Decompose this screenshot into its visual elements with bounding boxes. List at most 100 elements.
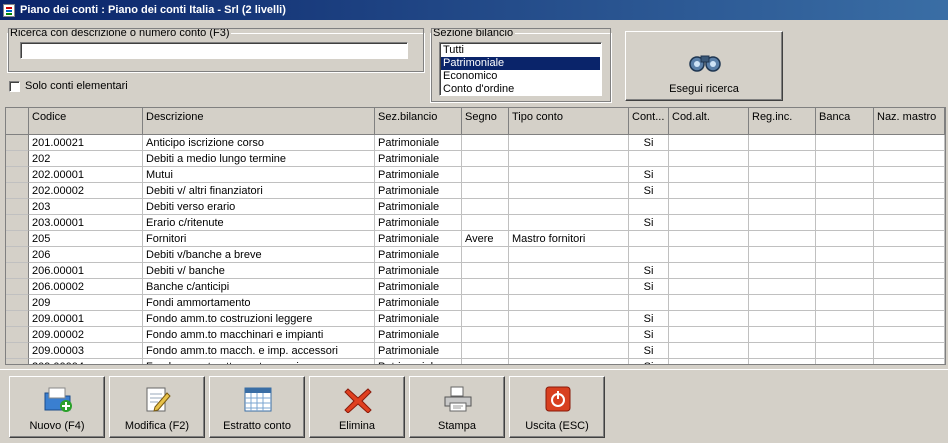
row-selector[interactable]: [6, 247, 29, 263]
table-cell: [874, 199, 945, 215]
row-selector[interactable]: [6, 151, 29, 167]
table-cell: [509, 135, 629, 151]
table-cell: Patrimoniale: [375, 343, 462, 359]
col-header-naz-mastro[interactable]: Naz. mastro: [874, 108, 945, 134]
row-selector[interactable]: [6, 327, 29, 343]
sezione-option-patrimoniale[interactable]: Patrimoniale: [441, 57, 600, 70]
delete-x-icon: [344, 388, 372, 413]
col-header-segno[interactable]: Segno: [462, 108, 509, 134]
table-row[interactable]: 203 Debiti verso erario Patrimoniale: [6, 199, 945, 215]
table-cell: [629, 199, 669, 215]
table-row[interactable]: 203.00001 Erario c/ritenute Patrimoniale Si: [6, 215, 945, 231]
col-header-codice[interactable]: Codice: [29, 108, 143, 134]
table-row[interactable]: 209.00004Fondo amm.to attrezzature varie…: [6, 359, 945, 364]
solo-conti-checkbox[interactable]: [9, 80, 20, 92]
table-cell: Fondo amm.to macchinari e impianti: [143, 327, 375, 343]
row-selector[interactable]: [6, 167, 29, 183]
table-row[interactable]: 202.00001 Mutui Patrimoniale Si: [6, 167, 945, 183]
table-cell: [874, 151, 945, 167]
row-selector[interactable]: [6, 343, 29, 359]
solo-conti-checkbox-row[interactable]: Solo conti elementari: [9, 80, 128, 92]
table-cell: Si: [629, 327, 669, 343]
table-cell: [874, 311, 945, 327]
table-row[interactable]: 209.00002 Fondo amm.to macchinari e impia…: [6, 327, 945, 343]
table-cell: [462, 263, 509, 279]
row-selector[interactable]: [6, 231, 29, 247]
row-selector[interactable]: [6, 135, 29, 151]
table-cell: [509, 199, 629, 215]
table-cell: Debiti v/banche a breve: [143, 247, 375, 263]
table-cell: Debiti verso erario: [143, 199, 375, 215]
col-header-descrizione[interactable]: Descrizione: [143, 108, 375, 134]
table-row[interactable]: 209.00001 Fondo amm.to costruzioni legger…: [6, 311, 945, 327]
table-cell: [874, 343, 945, 359]
table-cell: [462, 295, 509, 311]
elimina-button[interactable]: Elimina: [309, 376, 405, 438]
table-cell: [816, 167, 874, 183]
table-cell: [669, 359, 749, 364]
table-cell: Anticipo iscrizione corso: [143, 135, 375, 151]
table-cell: [816, 215, 874, 231]
table-cell: [509, 343, 629, 359]
table-cell: [669, 135, 749, 151]
estratto-conto-button[interactable]: Estratto conto: [209, 376, 305, 438]
uscita-button[interactable]: Uscita (ESC): [509, 376, 605, 438]
table-cell: 202.00001: [29, 167, 143, 183]
row-selector[interactable]: [6, 215, 29, 231]
table-row[interactable]: 201.00021 Anticipo iscrizione corso Patrim…: [6, 135, 945, 151]
table-cell: [509, 295, 629, 311]
table-cell: [749, 199, 816, 215]
table-row[interactable]: 202 Debiti a medio lungo termine Patrimoni…: [6, 151, 945, 167]
table-cell: Debiti v/ banche: [143, 263, 375, 279]
table-row[interactable]: 206.00001 Debiti v/ banche Patrimoniale Si: [6, 263, 945, 279]
row-selector[interactable]: [6, 311, 29, 327]
row-selector[interactable]: [6, 279, 29, 295]
calendar-icon: [244, 387, 272, 412]
table-cell: [874, 135, 945, 151]
table-cell: Patrimoniale: [375, 199, 462, 215]
accounts-grid[interactable]: Codice Descrizione Sez.bilancio Segno Ti…: [5, 107, 946, 365]
search-legend: Ricerca con descrizione o numero conto (…: [10, 27, 230, 39]
table-row[interactable]: 206.00002 Banche c/anticipi Patrimoniale Si: [6, 279, 945, 295]
table-cell: [509, 327, 629, 343]
col-header-cont[interactable]: Cont...: [629, 108, 669, 134]
table-cell: 201.00021: [29, 135, 143, 151]
sezione-listbox[interactable]: Tutti Patrimoniale Economico Conto d'ord…: [439, 42, 602, 96]
col-header-cod-alt[interactable]: Cod.alt.: [669, 108, 749, 134]
table-cell: 203.00001: [29, 215, 143, 231]
sezione-option-economico[interactable]: Economico: [441, 70, 600, 83]
table-row[interactable]: 205 Fornitori Patrimoniale Avere Mastro forn…: [6, 231, 945, 247]
table-cell: Debiti v/ altri finanziatori: [143, 183, 375, 199]
table-row[interactable]: 209 Fondi ammortamento Patrimoniale: [6, 295, 945, 311]
modifica-button[interactable]: Modifica (F2): [109, 376, 205, 438]
sezione-option-conto-ordine[interactable]: Conto d'ordine: [441, 83, 600, 96]
table-row[interactable]: 209.00003 Fondo amm.to macch. e imp. acce…: [6, 343, 945, 359]
table-cell: [816, 151, 874, 167]
col-header-banca[interactable]: Banca: [816, 108, 874, 134]
stampa-button[interactable]: Stampa: [409, 376, 505, 438]
table-cell: [669, 183, 749, 199]
table-cell: Si: [629, 263, 669, 279]
table-cell: [509, 263, 629, 279]
row-selector[interactable]: [6, 263, 29, 279]
table-cell: [874, 231, 945, 247]
table-cell: Patrimoniale: [375, 151, 462, 167]
table-cell: [816, 279, 874, 295]
col-header-sez-bilancio[interactable]: Sez.bilancio: [375, 108, 462, 134]
modifica-label: Modifica (F2): [124, 420, 190, 432]
row-selector[interactable]: [6, 183, 29, 199]
table-cell: [669, 167, 749, 183]
row-selector[interactable]: [6, 199, 29, 215]
row-selector[interactable]: [6, 295, 29, 311]
table-row[interactable]: 206 Debiti v/banche a breve Patrimoniale: [6, 247, 945, 263]
table-cell: [509, 151, 629, 167]
table-row[interactable]: 202.00002 Debiti v/ altri finanziatori Pat…: [6, 183, 945, 199]
col-header-reg-inc[interactable]: Reg.inc.: [749, 108, 816, 134]
sezione-option-tutti[interactable]: Tutti: [441, 44, 600, 57]
nuovo-button[interactable]: Nuovo (F4): [9, 376, 105, 438]
search-input[interactable]: [20, 42, 408, 59]
table-cell: [749, 359, 816, 364]
esegui-ricerca-button[interactable]: Esegui ricerca: [625, 31, 783, 101]
row-selector[interactable]: [6, 359, 29, 364]
col-header-tipo-conto[interactable]: Tipo conto: [509, 108, 629, 134]
